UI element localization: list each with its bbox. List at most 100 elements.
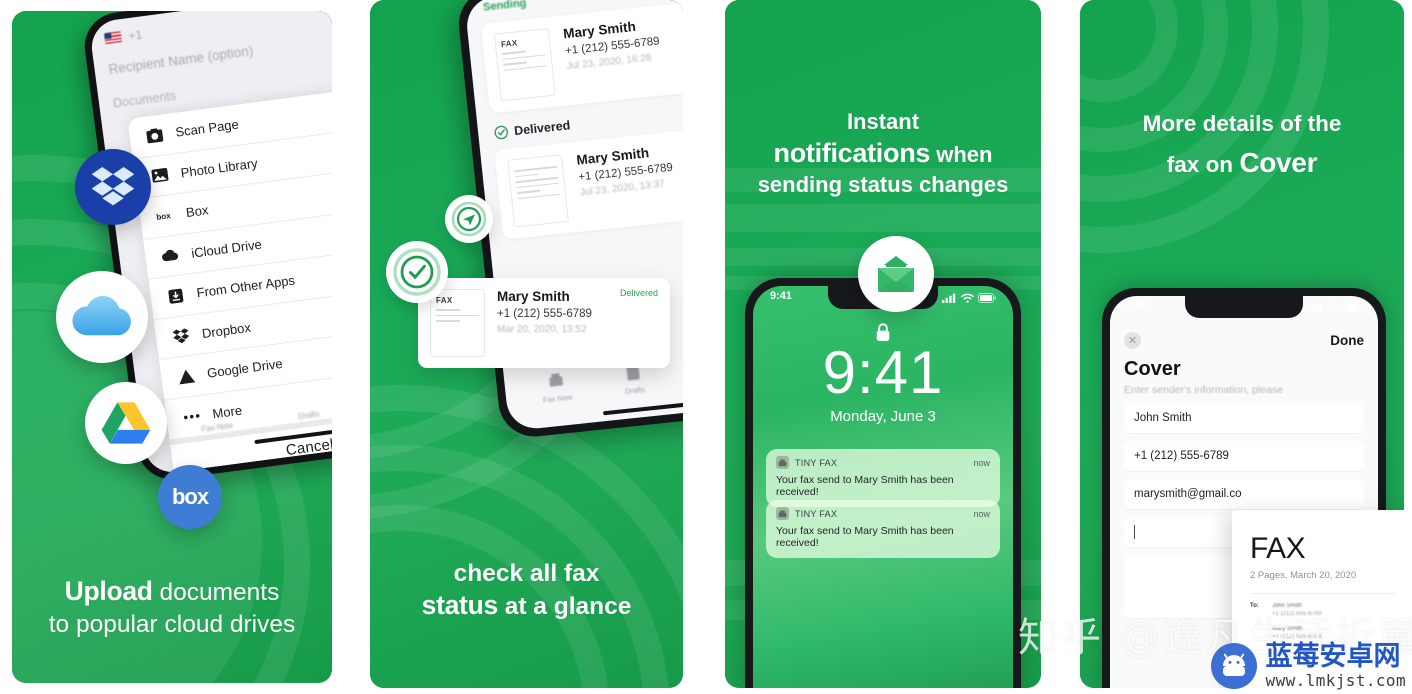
tab-fax-now[interactable]: Fax Now: [540, 370, 573, 404]
sheet-item-label: Dropbox: [200, 319, 252, 341]
box-icon: box: [155, 206, 174, 225]
caption-strong: Cover: [1239, 146, 1318, 178]
field-value: John Smith: [1134, 412, 1192, 424]
notification-body: Your fax send to Mary Smith has been rec…: [776, 474, 954, 498]
notification-banner[interactable]: TINY FAX now Your fax send to Mary Smith…: [766, 500, 1000, 558]
fax-preview-pages: 2 Pages, March 20, 2020: [1250, 570, 1357, 581]
tab-drafts[interactable]: Drafts: [298, 409, 320, 421]
delivered-fax-card-floating[interactable]: Delivered FAX Mary Smith +1 (212) 555-67…: [418, 278, 670, 368]
site-url: www.lmkjst.com: [1265, 671, 1406, 690]
lockscreen-time: 9:41: [822, 339, 944, 406]
apps-icon: [166, 286, 185, 305]
caption-line-1: check all fax: [453, 560, 600, 587]
wifi-icon: [961, 293, 974, 303]
caption-rest: at a glance: [497, 593, 632, 621]
fax-thumb-title: FAX: [500, 38, 518, 49]
fax-date: Mar 20, 2020, 13:52: [497, 324, 587, 335]
panel-2-caption: check all fax status at a glance: [370, 558, 683, 623]
fax-card[interactable]: FAX Mary Smith +1 (212) 555-6789 Jul 23,…: [480, 0, 683, 114]
panel-1-caption: Upload documents to popular cloud drives: [12, 575, 332, 640]
caption-strong: Upload: [64, 576, 153, 606]
done-button[interactable]: Done: [1330, 333, 1364, 348]
sheet-item-label: From Other Apps: [195, 272, 296, 301]
android-robot-icon: [1210, 643, 1257, 690]
caption-strong: status: [421, 590, 499, 621]
phone-mockup-lockscreen: 9:41 9:41 Monday, June 3 TINY FAX now Yo…: [745, 278, 1021, 688]
sheet-item-label: iCloud Drive: [190, 236, 263, 261]
panel-cover-details[interactable]: More details of the fax on Cover 9:41 ✕: [1080, 0, 1404, 688]
notification-time: now: [973, 508, 990, 519]
panel-fax-status[interactable]: Sending FAX Mary Smith +1 (212) 555-6789…: [370, 0, 683, 688]
caption-line-3: sending status changes: [757, 171, 1009, 197]
box-badge: box: [158, 465, 222, 529]
to-phone: +1 (212) 555-6789: [1272, 611, 1322, 617]
notification-app-name: TINY FAX: [795, 457, 838, 468]
send-status-icon-circle: [445, 195, 493, 243]
fax-preview-to-row: To: John Smith +1 (212) 555-6789: [1250, 603, 1396, 617]
caption-rest: fax on: [1166, 151, 1240, 177]
to-name: John Smith: [1272, 603, 1303, 609]
cloud-icon: [161, 246, 180, 265]
panel-upload-documents[interactable]: +1 Recipient Name (option) Documents Sca…: [12, 11, 332, 683]
icloud-badge: [56, 271, 148, 363]
us-flag-icon: [103, 31, 123, 46]
panel-3-caption: Instant notifications when sending statu…: [725, 108, 1041, 199]
from-name: Mary Smith: [1272, 626, 1303, 632]
site-name: 蓝莓安卓网: [1265, 640, 1401, 672]
divider: [1250, 593, 1396, 594]
notification-banner[interactable]: TINY FAX now Your fax send to Mary Smith…: [766, 449, 1000, 507]
status-bar-time: 9:41: [1126, 299, 1148, 311]
camera-icon: [145, 126, 164, 145]
panel-4-caption: More details of the fax on Cover: [1080, 110, 1404, 181]
sheet-item-label: Google Drive: [206, 356, 284, 381]
tab-label: Fax Now: [542, 391, 573, 405]
battery-icon: [1344, 302, 1362, 312]
caption-line-2: to popular cloud drives: [48, 610, 296, 638]
fax-card-meta: Mary Smith +1 (212) 555-6789 Jul 23, 202…: [563, 17, 662, 72]
photo-icon: [150, 166, 169, 185]
notification-app-name: TINY FAX: [795, 508, 838, 519]
sheet-item-label: Photo Library: [179, 155, 259, 181]
box-wordmark: box: [171, 484, 209, 509]
dropbox-icon: [171, 327, 190, 346]
sender-email-field[interactable]: marysmith@gmail.co: [1124, 479, 1364, 510]
lockscreen-date: Monday, June 3: [830, 408, 936, 425]
field-value: +1 (212) 555-6789: [1134, 450, 1229, 462]
tiny-fax-app-icon: [776, 507, 789, 520]
section-delivered-label: Delivered: [513, 118, 571, 139]
status-bar-time: 9:41: [770, 290, 793, 302]
country-code: +1: [127, 27, 144, 44]
page-title: Cover: [1124, 358, 1181, 380]
cellular-signal-icon: [942, 293, 956, 303]
paper-plane-icon: [463, 214, 475, 226]
fax-thumbnail: FAX: [493, 27, 556, 102]
fax-card-meta: Mary Smith +1 (212) 555-6789 Jul 23, 202…: [576, 143, 675, 198]
fax-card[interactable]: Mary Smith +1 (212) 555-6789 Jul 23, 202…: [494, 120, 683, 240]
close-icon[interactable]: ✕: [1124, 331, 1141, 349]
battery-icon: [978, 293, 996, 303]
caption-rest: documents: [152, 579, 280, 606]
notification-body: Your fax send to Mary Smith has been rec…: [776, 525, 954, 549]
svg-text:box: box: [156, 211, 172, 222]
tab-fax-now[interactable]: Fax Now: [201, 420, 233, 433]
caption-line-1: Instant: [846, 109, 920, 134]
app-store-screenshot-gallery: +1 Recipient Name (option) Documents Sca…: [0, 0, 1412, 694]
envelope-icon: [878, 256, 914, 292]
panel-instant-notifications[interactable]: Instant notifications when sending statu…: [725, 0, 1041, 688]
sender-name-field[interactable]: John Smith: [1124, 403, 1364, 434]
text-caret: [1134, 525, 1135, 539]
caption-line-1: More details of the: [1142, 111, 1342, 136]
google-drive-badge: [85, 382, 167, 464]
sender-phone-field[interactable]: +1 (212) 555-6789: [1124, 441, 1364, 472]
fax-preview-title: FAX: [1250, 532, 1306, 565]
fax-card-meta: Mary Smith +1 (212) 555-6789 Mar 20, 202…: [497, 289, 592, 357]
tab-label: Drafts: [624, 384, 646, 396]
check-icon: [409, 264, 426, 280]
sheet-topbar: ✕ Done: [1124, 328, 1364, 352]
dropbox-badge: [75, 149, 151, 225]
to-label: To:: [1250, 603, 1259, 609]
delivered-status-icon-circle: [386, 241, 448, 303]
page-subtitle: Enter sender's information, please: [1124, 384, 1284, 396]
fax-preview-from-row: Mary Smith +1 (212) 555-6789: [1250, 626, 1396, 640]
field-value: marysmith@gmail.co: [1134, 488, 1242, 500]
